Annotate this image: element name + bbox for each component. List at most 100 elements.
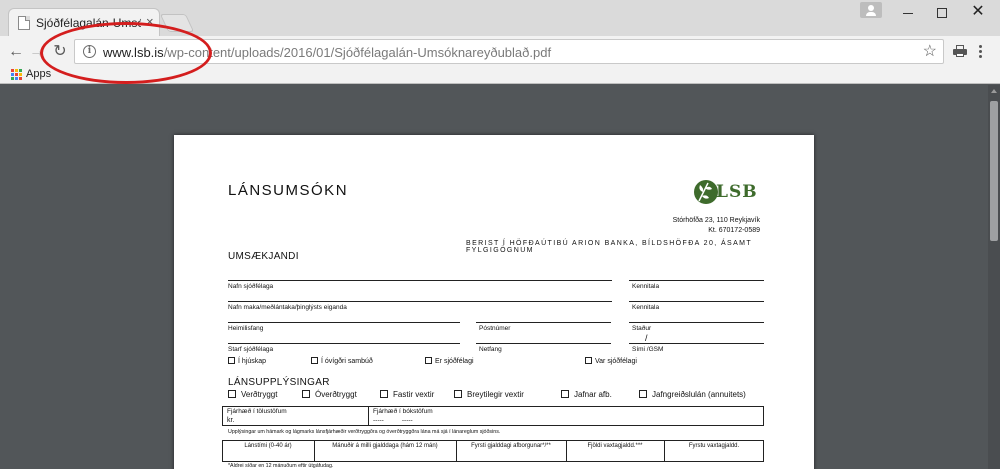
spouse-label: Nafn maka/meðlántaka/þinglýsts eiganda — [228, 304, 347, 311]
submit-instruction: BERIST Í HÖFÐAÚTIBÚ ARION BANKA, BÍLDSHÖ… — [466, 240, 752, 254]
back-button[interactable]: ← — [6, 42, 26, 62]
apps-bookmark[interactable]: Apps — [26, 68, 51, 80]
table-header-months: Mánuðir á milli gjalddaga (hám 12 mán) — [332, 443, 438, 449]
checkbox-box[interactable] — [228, 390, 236, 398]
new-tab-button[interactable] — [159, 14, 195, 32]
lsb-logo: LSB — [694, 177, 758, 207]
checkbox-label: Í hjúskap — [238, 358, 267, 365]
apps-grid-icon[interactable] — [11, 69, 22, 80]
checkbox-label: Fastir vextir — [393, 390, 435, 399]
checkbox-married[interactable]: Í hjúskap — [228, 357, 266, 365]
place-label: Staður — [632, 325, 652, 332]
place-field[interactable] — [629, 322, 764, 323]
email-field[interactable] — [476, 343, 611, 344]
checkbox-indexed[interactable]: Verðtryggt — [228, 390, 277, 399]
title-bar: Sjóðfélagalán-Umsóknar × ✕ — [0, 0, 1000, 36]
loan-heading: LÁNSUPPLÝSINGAR — [228, 377, 330, 388]
maximize-button[interactable] — [922, 0, 962, 24]
checkbox-non-indexed[interactable]: Óverðtryggt — [302, 390, 357, 399]
checkbox-box[interactable] — [454, 390, 462, 398]
address-field[interactable] — [228, 322, 460, 323]
address-line-2: Kt. 670172-0589 — [708, 227, 760, 234]
bookmarks-bar: Apps — [0, 66, 1000, 84]
bookmark-star-icon[interactable]: ☆ — [923, 41, 937, 61]
close-window-button[interactable]: ✕ — [958, 0, 998, 24]
url-path: /wp-content/uploads/2016/01/Sjóðfélagalá… — [163, 45, 552, 60]
browser-toolbar: ← → ↻ i www.lsb.is/wp-content/uploads/20… — [0, 36, 1000, 66]
checkbox-box[interactable] — [425, 357, 432, 364]
url-host: www.lsb.is — [103, 45, 164, 60]
address-label: Heimilisfang — [228, 325, 264, 332]
checkbox-fixed-rate[interactable]: Fastir vextir — [380, 390, 434, 399]
kennitala-field-2[interactable] — [629, 301, 764, 302]
postcode-label: Póstnúmer — [479, 325, 511, 332]
amount-numbers-label: Fjárhæð í tölustöfum — [227, 408, 287, 415]
checkbox-label: Jafnar afb. — [574, 390, 612, 399]
amount-currency[interactable]: kr. — [227, 417, 234, 424]
checkbox-box[interactable] — [311, 357, 318, 364]
name-field[interactable] — [228, 280, 612, 281]
checkbox-equal-payments[interactable]: Jafnar afb. — [561, 390, 612, 399]
checkbox-box[interactable] — [380, 390, 388, 398]
checkbox-label: Í óvígðri sambúð — [321, 358, 373, 365]
reload-button[interactable]: ↻ — [50, 42, 70, 62]
amount-box — [222, 406, 764, 426]
spouse-field[interactable] — [228, 301, 612, 302]
tab-close-icon[interactable]: × — [146, 14, 154, 29]
forward-button[interactable]: → — [27, 42, 47, 62]
maximize-icon — [937, 8, 947, 19]
document-title: LÁNSUMSÓKN — [228, 182, 349, 199]
table-header-first-interest: Fyrstu vaxtagjaldd. — [688, 443, 740, 449]
table-header-first-due: Fyrsti gjalddagi afborgunar*/** — [471, 443, 551, 449]
address-line-1: Stórhöfða 23, 110 Reykjavík — [672, 217, 760, 224]
occupation-label: Starf sjóðfélaga — [228, 346, 274, 353]
arrow-right-icon: → — [29, 43, 45, 60]
checkbox-label: Óverðtryggt — [315, 390, 357, 399]
profile-icon[interactable] — [860, 2, 882, 18]
address-bar[interactable]: i www.lsb.is/wp-content/uploads/2016/01/… — [74, 39, 944, 64]
kennitala-label-2: Kennitala — [632, 304, 660, 311]
checkbox-is-member[interactable]: Er sjóðfélagi — [425, 357, 474, 365]
checkbox-cohabitation[interactable]: Í óvígðri sambúð — [311, 357, 373, 365]
scroll-up-icon[interactable] — [991, 89, 997, 93]
amount-words-value[interactable]: ----- ----- — [373, 417, 413, 424]
scrollbar[interactable] — [988, 85, 1000, 469]
kennitala-label-1: Kennitala — [632, 283, 660, 290]
checkbox-was-member[interactable]: Var sjóðfélagi — [585, 357, 637, 365]
checkbox-box[interactable] — [561, 390, 569, 398]
name-label: Nafn sjóðfélaga — [228, 283, 274, 290]
amount-words-label: Fjárhæð í bókstöfum — [373, 408, 433, 415]
scrollbar-thumb[interactable] — [990, 101, 998, 241]
tab-title: Sjóðfélagalán-Umsóknar — [36, 16, 141, 30]
print-extension-icon[interactable] — [953, 45, 967, 57]
table-header-term: Lánstími (0-40 ár) — [244, 443, 292, 449]
phone-label: Sími /GSM — [632, 346, 664, 353]
checkbox-label: Var sjóðfélagi — [595, 358, 637, 365]
occupation-field[interactable] — [228, 343, 460, 344]
checkbox-variable-rate[interactable]: Breytilegir vextir — [454, 390, 524, 399]
footnote: *Aldrei síðar en 12 mánuðum eftir útgáfu… — [228, 463, 334, 469]
kennitala-field-1[interactable] — [629, 280, 764, 281]
checkbox-label: Jafngreiðslulán (annuitets) — [652, 390, 746, 399]
checkbox-box[interactable] — [302, 390, 310, 398]
checkbox-annuity[interactable]: Jafngreiðslulán (annuitets) — [639, 390, 746, 399]
checkbox-label: Verðtryggt — [241, 390, 278, 399]
pdf-page: LÁNSUMSÓKN LSB Stórhöfða 23, 110 Reykjav… — [174, 135, 814, 469]
checkbox-label: Er sjóðfélagi — [435, 358, 474, 365]
amount-divider — [368, 406, 369, 426]
minimize-icon — [903, 12, 913, 14]
info-icon[interactable]: i — [83, 45, 96, 58]
email-label: Netfang — [479, 346, 502, 353]
checkbox-label: Breytilegir vextir — [467, 390, 524, 399]
browser-tab[interactable]: Sjóðfélagalán-Umsóknar × — [8, 8, 160, 36]
url-text[interactable]: www.lsb.is/wp-content/uploads/2016/01/Sj… — [103, 45, 551, 60]
logo-text: LSB — [716, 182, 758, 202]
postcode-field[interactable] — [476, 322, 611, 323]
menu-dots-icon[interactable] — [979, 45, 983, 59]
phone-field[interactable] — [629, 343, 764, 344]
checkbox-box[interactable] — [639, 390, 647, 398]
checkbox-box[interactable] — [585, 357, 592, 364]
pdf-viewer[interactable]: LÁNSUMSÓKN LSB Stórhöfða 23, 110 Reykjav… — [0, 85, 1000, 469]
checkbox-box[interactable] — [228, 357, 235, 364]
pdf-file-icon — [18, 16, 30, 30]
